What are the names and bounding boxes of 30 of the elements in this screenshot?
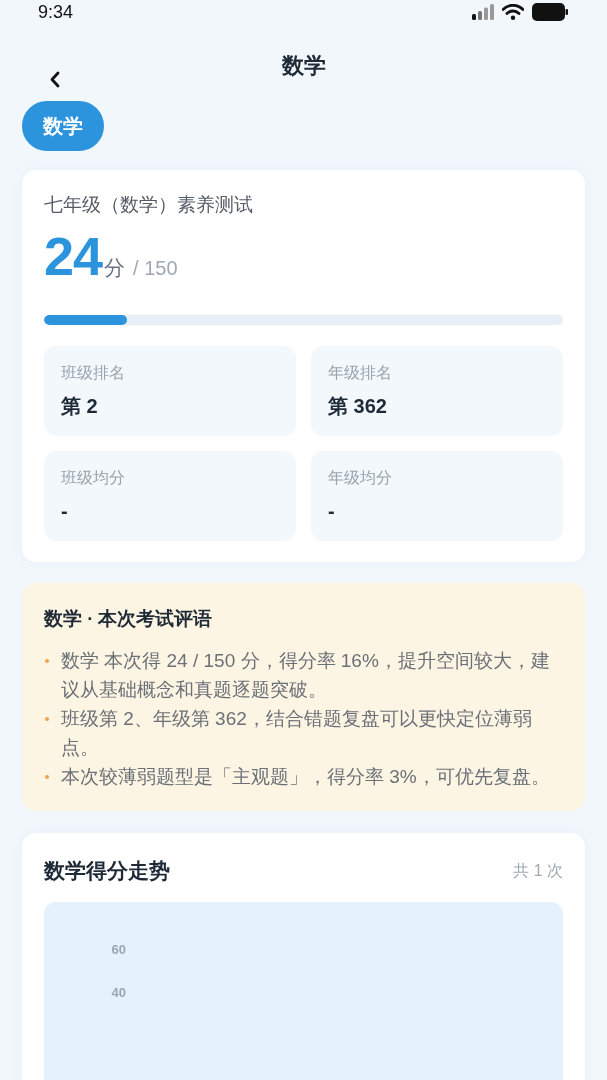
stat-label: 年级均分 [328, 468, 393, 488]
bullet-dot-icon [45, 775, 49, 779]
bullet-dot-icon [45, 659, 49, 663]
status-time: 9:34 [38, 1, 74, 24]
stat-label: 班级排名 [61, 363, 126, 383]
stat-label: 班级均分 [61, 468, 126, 488]
score-unit: 分 [104, 255, 126, 281]
stat-value: 第 362 [328, 394, 388, 419]
stat-value: 第 2 [61, 394, 99, 419]
comment-text: 数学 本次得 24 / 150 分，得分率 16%，提升空间较大，建议从基础概念和真题逐题突破。 [61, 649, 551, 702]
y-axis-label: 40 [110, 984, 126, 1002]
signal-icon [472, 4, 494, 20]
battery-icon [532, 3, 568, 21]
score-value: 24 [44, 226, 103, 286]
chevron-left-icon [48, 70, 60, 88]
stat-value: - [328, 499, 336, 524]
comment-text: 班级第 2、年级第 362，结合错题复盘可以更快定位薄弱点。 [61, 707, 533, 760]
stat-label: 年级排名 [328, 363, 393, 383]
comment-title: 数学 · 本次考试评语 [44, 607, 214, 631]
subject-chip[interactable]: 数学 [22, 101, 104, 151]
score-total: / 150 [133, 257, 178, 280]
trend-count: 共 1 次 [513, 860, 563, 881]
stat-value: - [61, 499, 69, 524]
bullet-dot-icon [45, 717, 49, 721]
trend-title: 数学得分走势 [44, 858, 170, 884]
exam-title: 七年级（数学）素养测试 [44, 193, 254, 217]
y-axis-label: 60 [110, 941, 126, 959]
page-title: 数学 [281, 52, 326, 80]
comment-text: 本次较薄弱题型是「主观题」，得分率 3%，可优先复盘。 [61, 765, 551, 789]
wifi-icon [502, 4, 524, 20]
